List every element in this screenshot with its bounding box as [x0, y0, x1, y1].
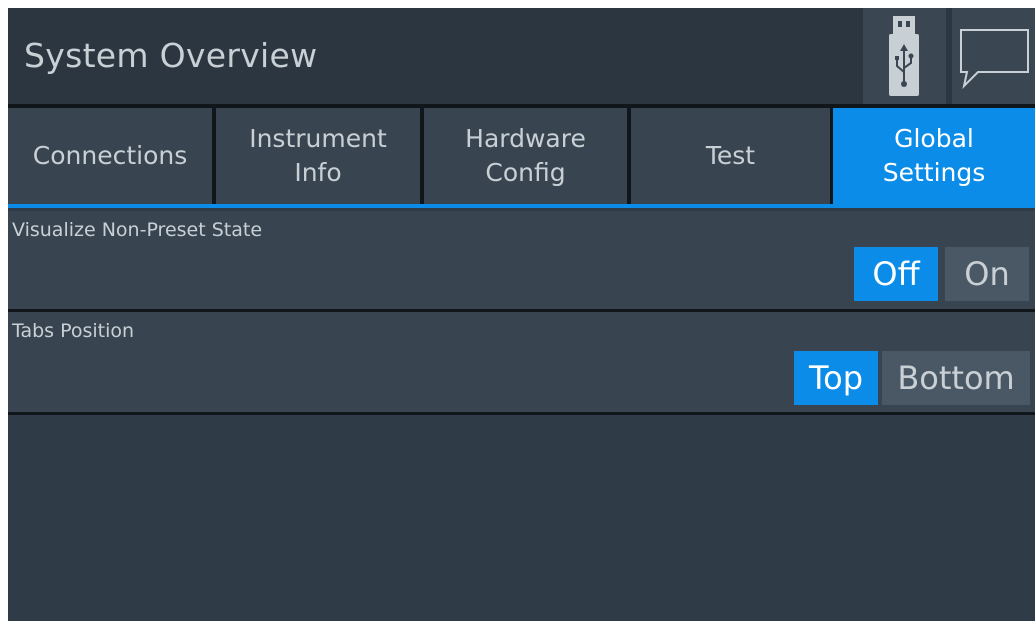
setting-visualize-non-preset-state: Visualize Non-Preset State Off On	[8, 211, 1035, 309]
message-button[interactable]	[952, 8, 1035, 104]
option-on[interactable]: On	[945, 247, 1029, 301]
tab-test[interactable]: Test	[631, 108, 830, 204]
tab-instrument-info[interactable]: Instrument Info	[216, 108, 420, 204]
title-bar: System Overview	[8, 8, 1035, 104]
tab-hardware-config[interactable]: Hardware Config	[424, 108, 627, 204]
setting-label: Visualize Non-Preset State	[12, 219, 263, 241]
active-tab-underline	[8, 204, 1035, 208]
system-overview-screen: System Overview Connections Instrument I…	[8, 8, 1035, 621]
tabs-position-toggle: Top Bottom	[794, 351, 1030, 405]
option-bottom[interactable]: Bottom	[882, 351, 1030, 405]
message-icon	[960, 29, 1029, 90]
usb-icon	[889, 16, 919, 96]
page-title: System Overview	[24, 36, 318, 75]
setting-tabs-position: Tabs Position Top Bottom	[8, 312, 1035, 412]
usb-button[interactable]	[863, 8, 946, 104]
tab-global-settings[interactable]: Global Settings	[833, 108, 1035, 204]
row-divider	[8, 412, 1035, 415]
visualize-toggle: Off On	[854, 247, 1029, 301]
option-off[interactable]: Off	[854, 247, 938, 301]
option-top[interactable]: Top	[794, 351, 878, 405]
setting-label: Tabs Position	[12, 320, 135, 342]
tab-connections[interactable]: Connections	[8, 108, 212, 204]
tab-bar: Connections Instrument Info Hardware Con…	[8, 108, 1035, 204]
